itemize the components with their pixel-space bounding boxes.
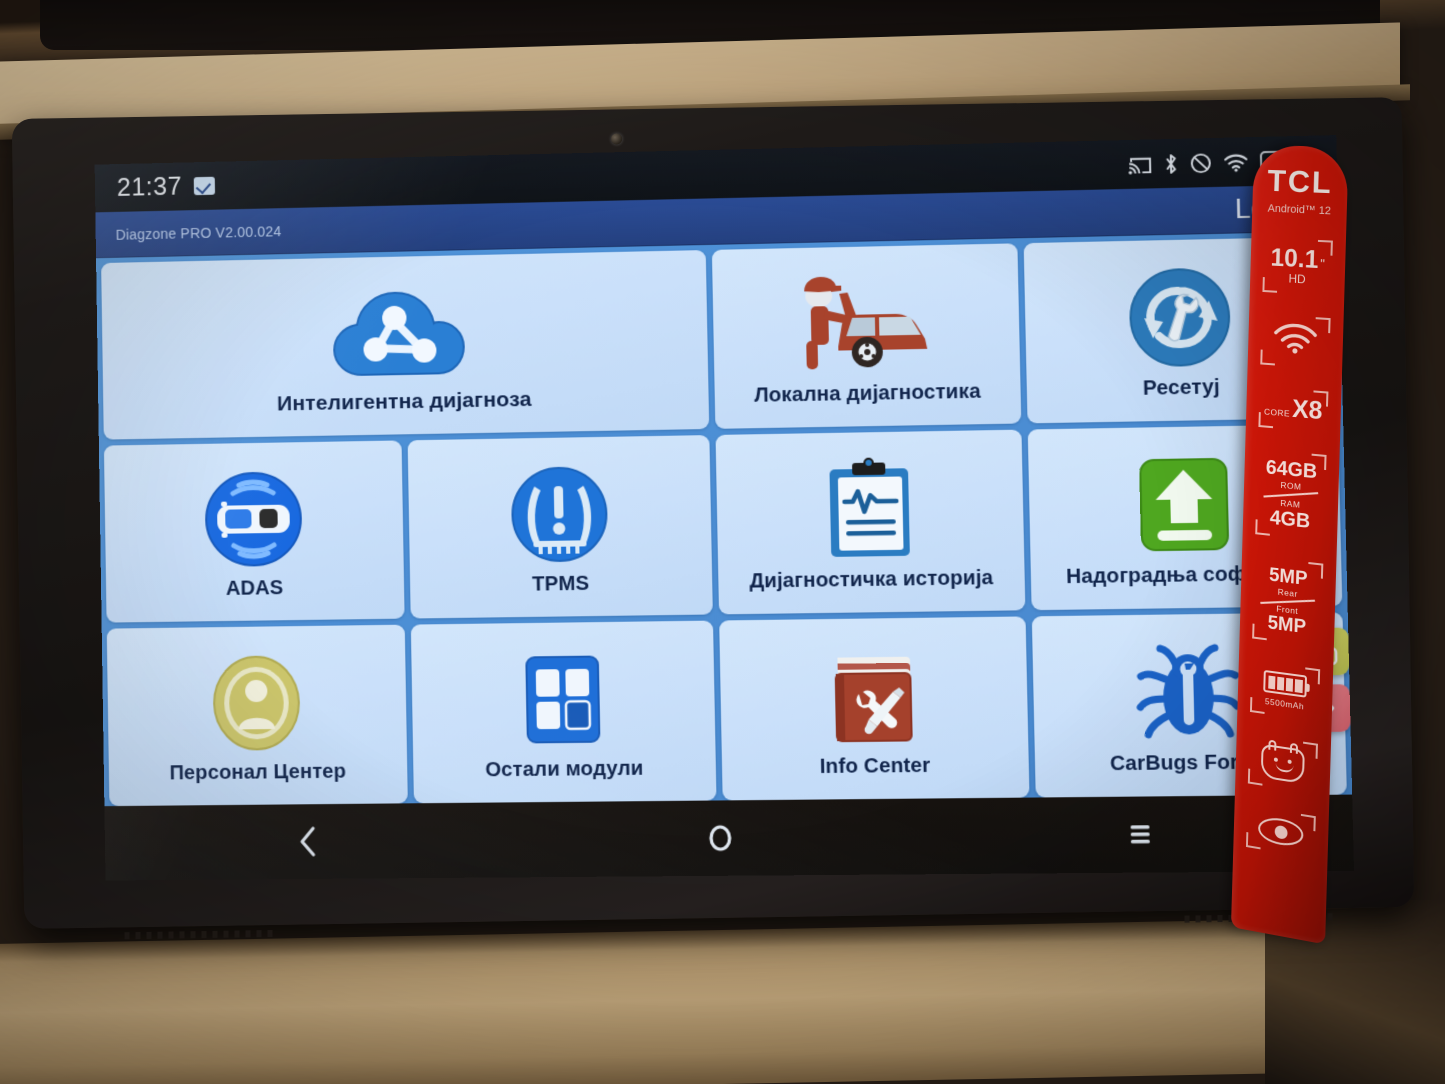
user-avatar-icon	[201, 648, 312, 758]
status-bar-left: 21:37	[117, 171, 216, 202]
cpu-core-count: X8	[1291, 394, 1323, 426]
tile-label: Ресетуј	[1142, 375, 1221, 400]
kids-mode-spec	[1245, 735, 1321, 794]
home-icon[interactable]	[513, 821, 930, 855]
front-camera-value: 5MP	[1267, 612, 1307, 639]
tile-label: Остали модули	[484, 756, 644, 781]
box-bottom-surface	[0, 916, 1445, 1084]
tile-label: Дијагностичка историја	[749, 566, 994, 593]
back-icon[interactable]	[105, 823, 514, 861]
wifi-spec	[1257, 315, 1333, 369]
mechanic-car-icon	[787, 267, 944, 380]
checkbox-notification-icon	[193, 176, 216, 196]
rom-value: 64GB	[1265, 456, 1318, 484]
tile-info-center[interactable]: Info Center	[719, 616, 1030, 801]
front-camera-lens	[611, 133, 623, 145]
tile-adas[interactable]: ADAS	[103, 440, 405, 623]
do-not-disturb-icon	[1190, 152, 1212, 174]
book-tools-icon	[821, 640, 927, 751]
inch-mark: "	[1320, 256, 1326, 272]
rear-camera-value: 5MP	[1268, 564, 1308, 590]
tile-other-modules[interactable]: Остали модули	[410, 620, 717, 804]
clock: 21:37	[116, 172, 183, 202]
cast-icon	[1128, 154, 1152, 174]
android-version-label: Android™ 12	[1267, 202, 1332, 218]
tile-personal-center[interactable]: Персонал Центер	[106, 624, 408, 807]
cloud-network-icon	[313, 276, 492, 388]
camera-divider	[1260, 599, 1316, 604]
battery-spec-icon	[1263, 670, 1308, 698]
cpu-core-label: CORE	[1263, 406, 1291, 419]
screen-size-spec: 10.1 " HD	[1260, 238, 1336, 295]
cpu-spec: CORE X8	[1256, 387, 1332, 432]
storage-divider	[1263, 492, 1319, 498]
bluetooth-icon	[1163, 153, 1178, 175]
wifi-spec-icon	[1272, 322, 1318, 360]
function-tile-grid: Интелигентна дијагноза Локална дијагност…	[101, 236, 1347, 807]
ram-value: 4GB	[1269, 506, 1311, 533]
battery-spec: 5500mAh	[1247, 661, 1323, 721]
tile-label: TPMS	[531, 572, 590, 596]
tcl-logo: TCL	[1267, 162, 1334, 201]
tile-diagnostic-history[interactable]: Дијагностичка историја	[715, 429, 1026, 615]
screen-quality-label: HD	[1288, 271, 1306, 287]
tire-pressure-icon	[503, 458, 615, 569]
tile-intelligent-diagnosis[interactable]: Интелигентна дијагноза	[101, 250, 710, 440]
tile-label: Персонал Центер	[169, 760, 347, 784]
eye-care-icon	[1257, 815, 1304, 849]
adas-car-radar-icon	[196, 464, 310, 574]
screen-size-value: 10.1	[1270, 243, 1319, 275]
kids-face-icon	[1260, 739, 1305, 785]
grid-squares-icon	[512, 644, 614, 755]
tablet-screen: 21:37 Diagzone PRO V2.00.024 Интелигентн…	[94, 135, 1355, 881]
android-navigation-bar	[104, 794, 1355, 881]
tile-label: Локална дијагностика	[753, 379, 981, 407]
app-version-title: Diagzone PRO V2.00.024	[115, 222, 282, 243]
upload-arrow-icon	[1129, 448, 1239, 560]
tile-label: Интелигентна дијагноза	[276, 387, 532, 416]
camera-spec: 5MP Rear Front 5MP	[1249, 556, 1326, 646]
home-content: Интелигентна дијагноза Локална дијагност…	[96, 231, 1353, 807]
tablet-device: 21:37 Diagzone PRO V2.00.024 Интелигентн…	[11, 97, 1415, 940]
wifi-icon	[1223, 152, 1249, 172]
battery-capacity-label: 5500mAh	[1264, 696, 1305, 712]
photo-scene: 21:37 Diagzone PRO V2.00.024 Интелигентн…	[0, 0, 1445, 1084]
tile-label: ADAS	[225, 576, 284, 600]
eye-care-spec	[1243, 806, 1319, 858]
rom-label: ROM	[1280, 479, 1302, 492]
bug-wrench-icon	[1125, 636, 1251, 748]
tile-tpms[interactable]: TPMS	[407, 435, 713, 619]
storage-spec: 64GB ROM RAM 4GB	[1252, 450, 1329, 541]
reset-wrench-icon	[1120, 261, 1240, 374]
clipboard-waveform-icon	[817, 453, 923, 564]
tile-label: Info Center	[819, 754, 931, 778]
tile-local-diagnosis[interactable]: Локална дијагностика	[711, 243, 1022, 429]
rear-camera-label: Rear	[1277, 586, 1298, 599]
